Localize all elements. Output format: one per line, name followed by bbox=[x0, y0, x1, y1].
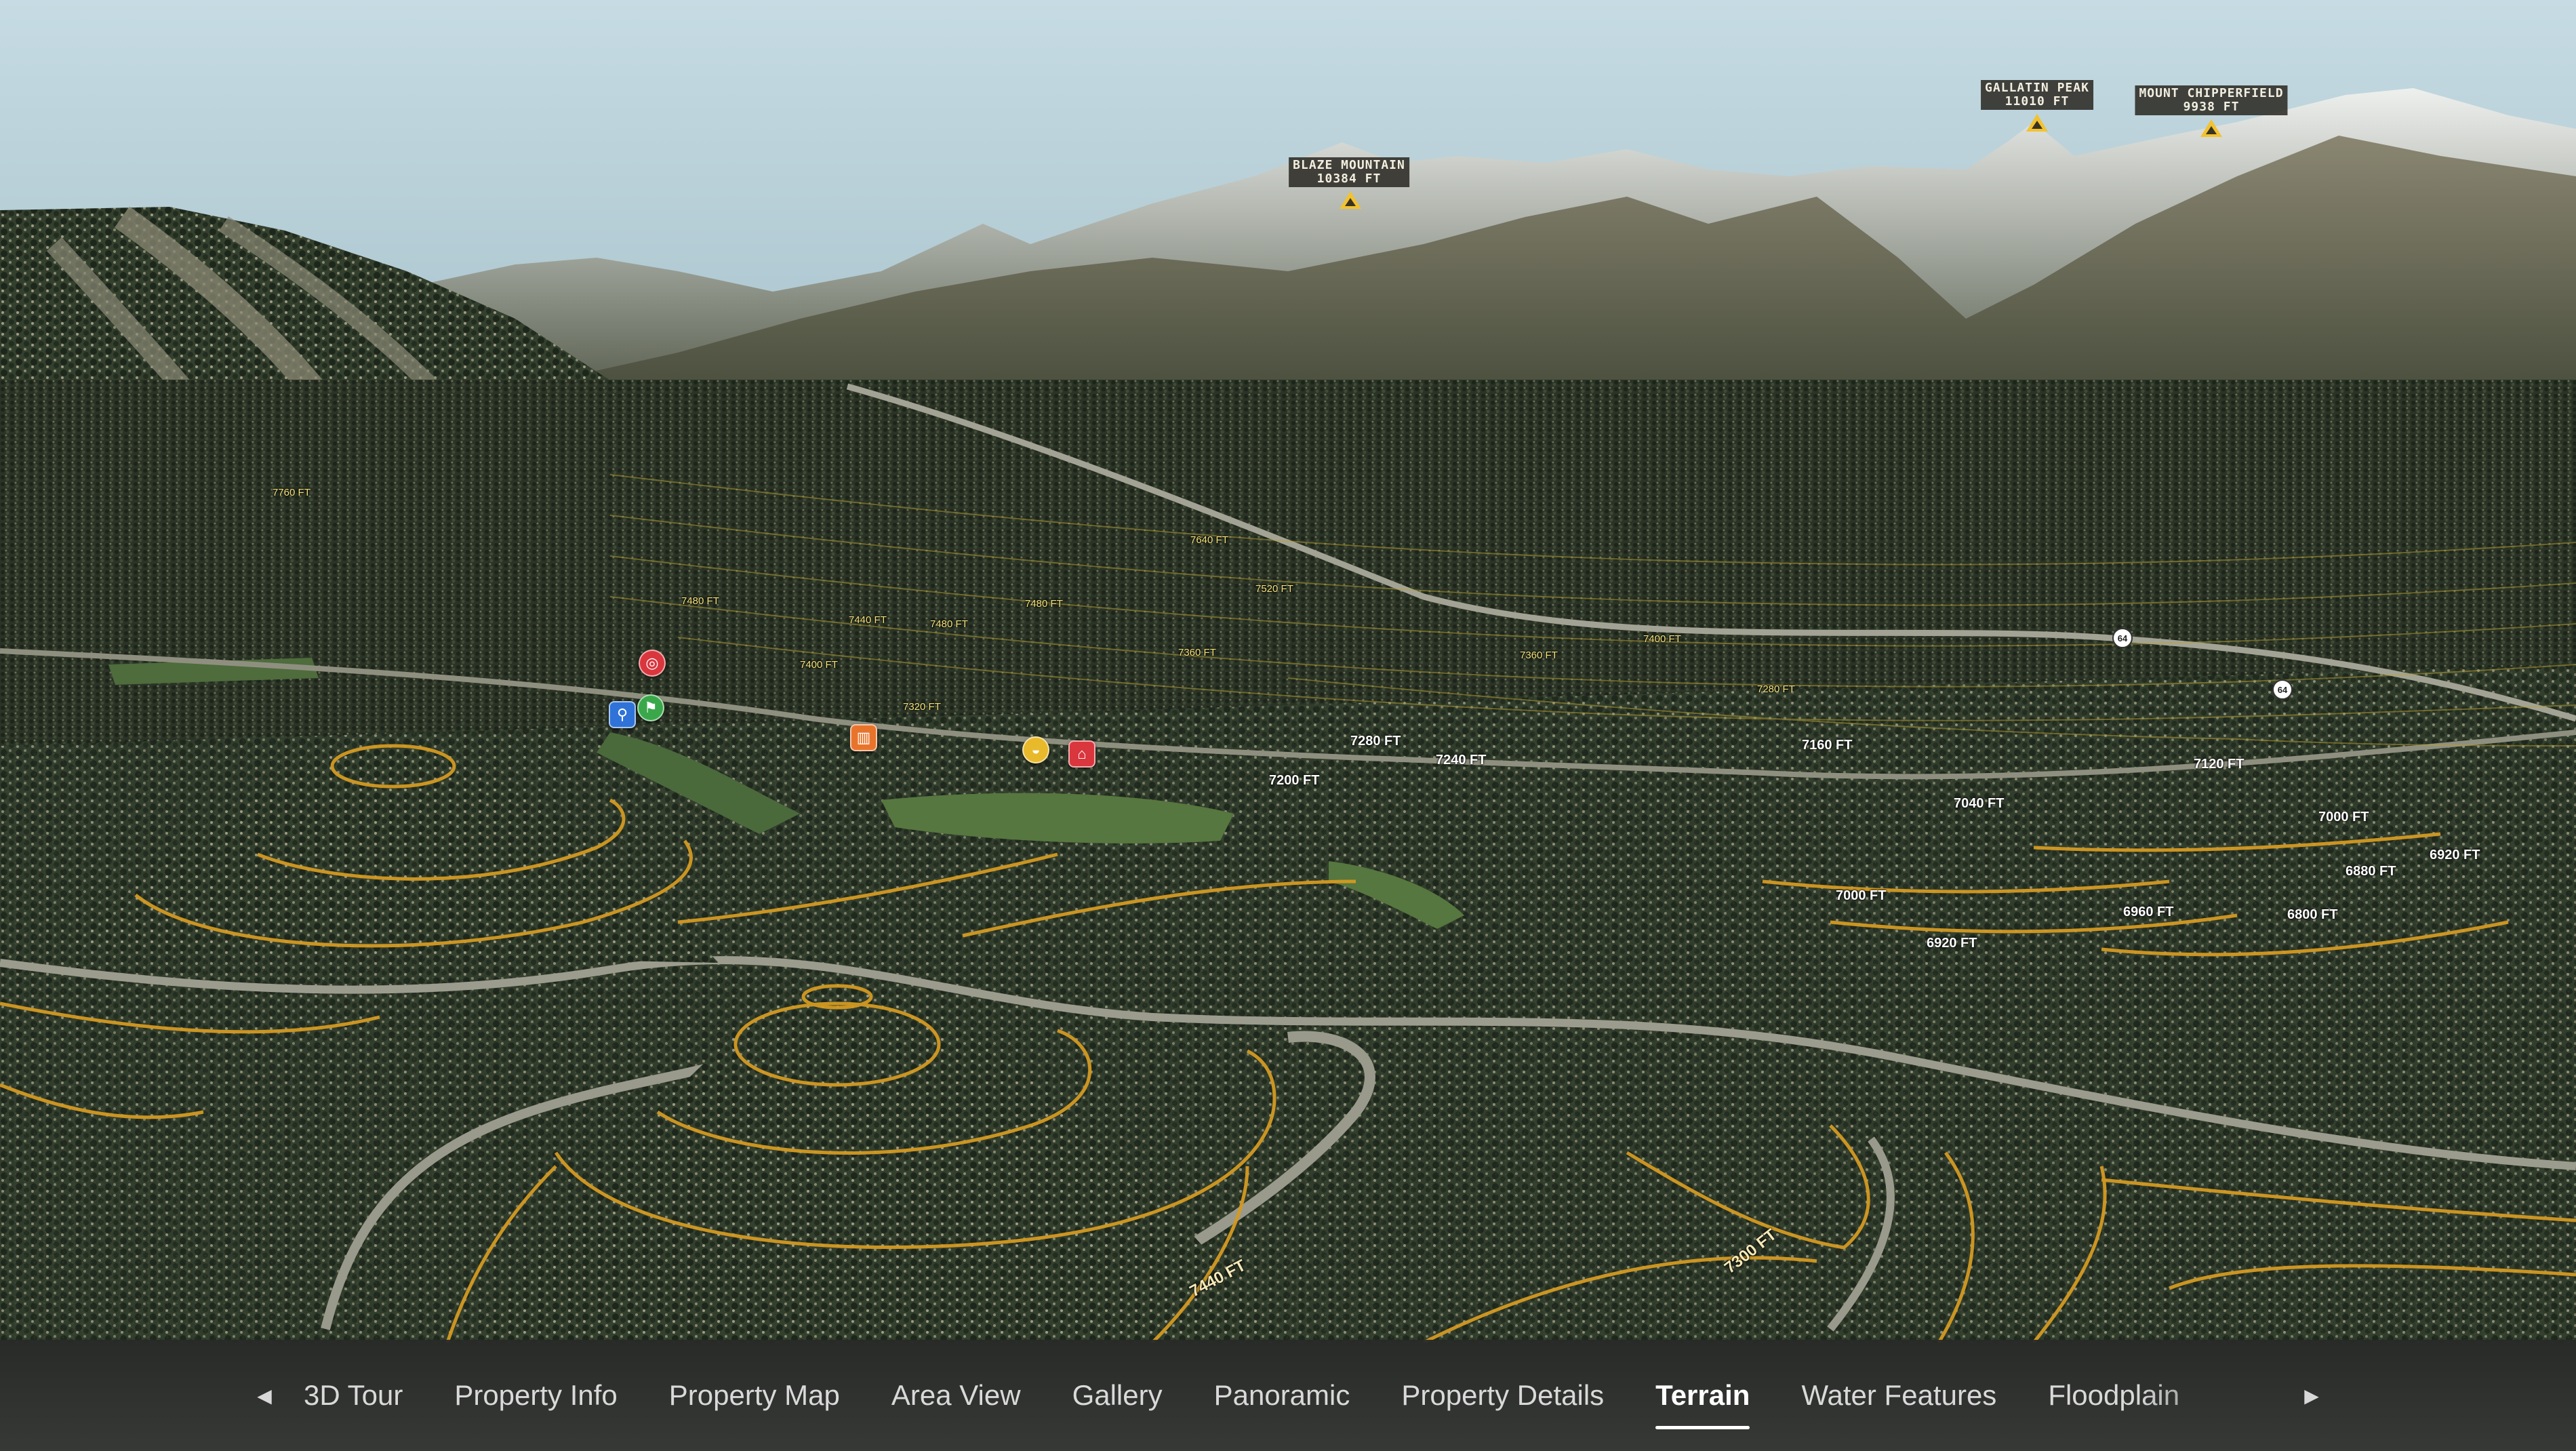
highway-shield-icon[interactable]: 64 bbox=[2272, 679, 2293, 700]
contour-label: 7000 FT bbox=[2318, 810, 2369, 824]
section-tab-bar: ◀ 3D Tour Property Info Property Map Are… bbox=[0, 1340, 2576, 1451]
tab-water-features[interactable]: Water Features bbox=[1775, 1340, 2022, 1451]
bike-icon[interactable]: ⚲ bbox=[609, 701, 636, 728]
peak-label-mount-chipperfield: MOUNT CHIPPERFIELD 9938 FT bbox=[2135, 85, 2288, 115]
tabs-scroller[interactable]: 3D Tour Property Info Property Map Area … bbox=[278, 1340, 2298, 1451]
contour-label: 7480 FT bbox=[1025, 598, 1063, 610]
peak-label-gallatin-peak: GALLATIN PEAK 11010 FT bbox=[1981, 80, 2093, 110]
contour-label: 7520 FT bbox=[1255, 583, 1293, 595]
highway-shield-icon[interactable]: 64 bbox=[2112, 628, 2133, 648]
contour-label: 7440 FT bbox=[849, 614, 887, 626]
tab-label: Water Features bbox=[1801, 1379, 1997, 1411]
contour-label: 6960 FT bbox=[2123, 905, 2174, 919]
tab-prev-arrow-icon[interactable]: ◀ bbox=[251, 1375, 278, 1416]
tab-track: ◀ 3D Tour Property Info Property Map Are… bbox=[251, 1340, 2325, 1451]
tab-gallery[interactable]: Gallery bbox=[1047, 1340, 1188, 1451]
contour-label: 7320 FT bbox=[903, 701, 941, 713]
peak-elevation: 9938 FT bbox=[2183, 100, 2240, 114]
tab-label: 3D Tour bbox=[304, 1379, 403, 1411]
tab-property-details[interactable]: Property Details bbox=[1375, 1340, 1630, 1451]
tab-terrain[interactable]: Terrain bbox=[1630, 1340, 1775, 1451]
contour-label: 7400 FT bbox=[1643, 633, 1681, 645]
contour-label: 7760 FT bbox=[273, 487, 310, 498]
contour-label: 7640 FT bbox=[1190, 534, 1228, 546]
peak-label-blaze-mountain: BLAZE MOUNTAIN 10384 FT bbox=[1289, 157, 1409, 187]
contour-label: 6920 FT bbox=[2430, 848, 2480, 862]
contour-label: 7480 FT bbox=[681, 595, 719, 607]
tab-property-map[interactable]: Property Map bbox=[643, 1340, 866, 1451]
contour-label: 7200 FT bbox=[1269, 773, 1320, 788]
contour-label: 7480 FT bbox=[930, 618, 968, 630]
tab-floodplain[interactable]: Floodplain bbox=[2022, 1340, 2205, 1451]
lodging-icon[interactable]: ▥ bbox=[850, 724, 877, 751]
contour-label: 7280 FT bbox=[1757, 683, 1795, 695]
tab-label: Floodplain bbox=[2048, 1379, 2180, 1411]
golf-icon[interactable]: ⚑ bbox=[637, 694, 664, 721]
tab-next-arrow-icon[interactable]: ▶ bbox=[2298, 1375, 2325, 1416]
peak-warning-icon[interactable] bbox=[2200, 119, 2222, 137]
tab-3d-tour[interactable]: 3D Tour bbox=[278, 1340, 428, 1451]
shop-icon[interactable]: ⌂ bbox=[1068, 740, 1095, 768]
tab-label: Property Info bbox=[454, 1379, 618, 1411]
contour-label: 7120 FT bbox=[2194, 757, 2245, 772]
tab-label: Property Details bbox=[1401, 1379, 1605, 1411]
peak-name: BLAZE MOUNTAIN bbox=[1293, 158, 1405, 172]
tab-label: Panoramic bbox=[1213, 1379, 1350, 1411]
contour-label: 6920 FT bbox=[1927, 936, 1977, 951]
target-icon[interactable]: ◎ bbox=[639, 650, 666, 677]
terrain-map-canvas[interactable] bbox=[0, 0, 2576, 1343]
tab-label: Property Map bbox=[668, 1379, 840, 1411]
contour-label: 7360 FT bbox=[1520, 650, 1558, 661]
tab-area-view[interactable]: Area View bbox=[866, 1340, 1047, 1451]
contour-label: 7000 FT bbox=[1836, 888, 1887, 903]
tab-property-info[interactable]: Property Info bbox=[428, 1340, 643, 1451]
tab-label: Gallery bbox=[1072, 1379, 1163, 1411]
tab-label: Area View bbox=[891, 1379, 1021, 1411]
terrain-3d-view[interactable]: BLAZE MOUNTAIN 10384 FT GALLATIN PEAK 11… bbox=[0, 0, 2576, 1343]
contour-label: 7280 FT bbox=[1350, 734, 1401, 749]
contour-label: 7360 FT bbox=[1178, 647, 1216, 658]
peak-elevation: 11010 FT bbox=[2005, 94, 2070, 108]
contour-label: 6880 FT bbox=[2346, 864, 2396, 879]
contour-label: 7400 FT bbox=[800, 659, 838, 671]
peak-elevation: 10384 FT bbox=[1316, 172, 1382, 186]
tab-panoramic[interactable]: Panoramic bbox=[1188, 1340, 1376, 1451]
peak-warning-icon[interactable] bbox=[2026, 114, 2048, 132]
contour-label: 7040 FT bbox=[1954, 796, 2005, 811]
food-icon[interactable]: ◒ bbox=[1022, 736, 1049, 763]
contour-label: 7160 FT bbox=[1802, 738, 1853, 753]
peak-warning-icon[interactable] bbox=[1340, 191, 1361, 209]
peak-name: MOUNT CHIPPERFIELD bbox=[2139, 86, 2284, 100]
contour-label: 7240 FT bbox=[1436, 753, 1487, 768]
peak-name: GALLATIN PEAK bbox=[1985, 81, 2089, 95]
contour-label: 6800 FT bbox=[2287, 907, 2338, 922]
tab-label: Terrain bbox=[1655, 1379, 1750, 1411]
